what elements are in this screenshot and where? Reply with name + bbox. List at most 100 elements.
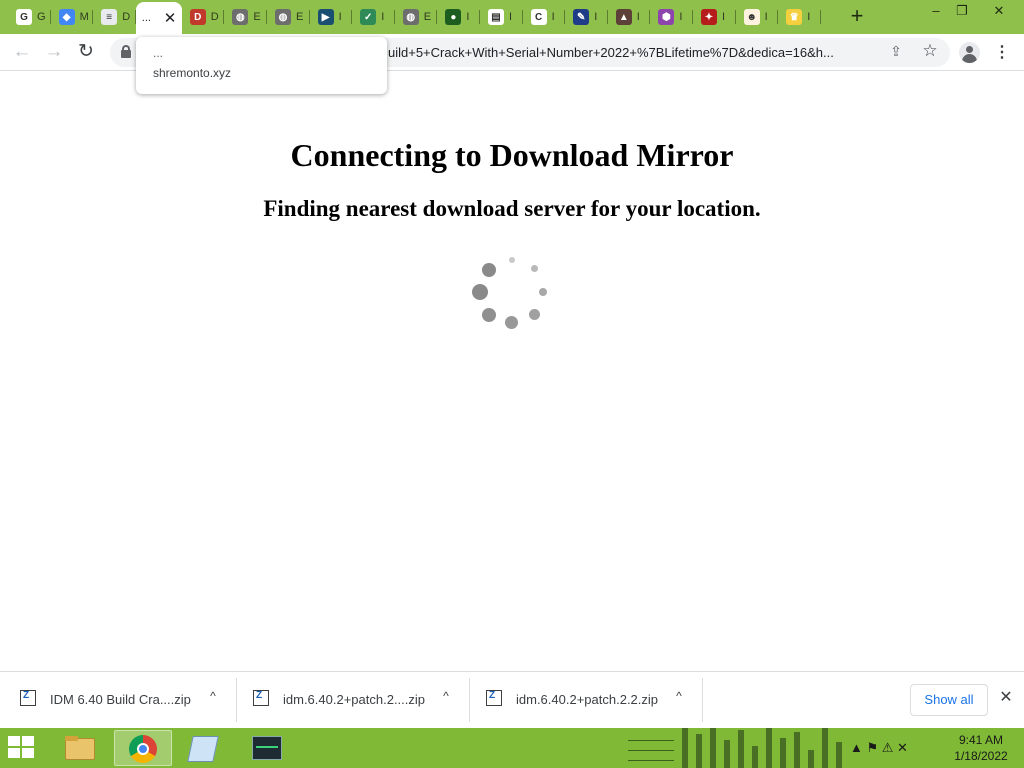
tab-title: I (466, 11, 470, 23)
zip-file-icon (253, 690, 269, 706)
new-tab-button[interactable]: + (846, 5, 868, 28)
tab[interactable]: ⬢ I (650, 4, 693, 30)
tab-title: I (679, 11, 683, 23)
tab-active[interactable]: ... ✕ (135, 2, 182, 34)
tab-hover-tooltip: ... shremonto.xyz (136, 37, 387, 94)
file-explorer-icon[interactable] (55, 730, 105, 766)
system-tray-icons[interactable]: ▲ ⚑ ⚠ ✕ (850, 740, 908, 756)
tab[interactable]: GG (8, 4, 51, 30)
chevron-up-icon[interactable]: ^ (204, 689, 222, 707)
check-icon: ✓ (360, 9, 377, 25)
loading-spinner-icon (466, 252, 556, 336)
tab[interactable]: ▲ I (608, 4, 651, 30)
tab[interactable]: ◍ E (224, 4, 267, 30)
restore-button[interactable]: ❐ (947, 2, 977, 20)
lock-icon[interactable] (121, 45, 131, 58)
start-button-icon[interactable] (8, 736, 36, 760)
tab[interactable]: ≡ D (93, 4, 136, 30)
doc-icon: ≡ (101, 9, 118, 25)
reload-button[interactable]: ↻ (74, 41, 98, 65)
system-clock[interactable]: 9:41 AM 1/18/2022 (946, 732, 1016, 764)
tab[interactable]: ◍ E (395, 4, 438, 30)
tab[interactable]: ✓ I (352, 4, 395, 30)
tab-title: D (210, 11, 219, 23)
tab[interactable]: ▶ I (310, 4, 353, 30)
bookmark-star-icon[interactable]: ☆ (920, 41, 940, 61)
divider (469, 678, 470, 722)
tooltip-domain: shremonto.xyz (153, 66, 232, 80)
tab-title: E (253, 11, 261, 23)
maps-icon: ◆ (58, 9, 75, 25)
tab-title: I (381, 11, 385, 23)
tab[interactable]: ◍ E (267, 4, 310, 30)
close-shelf-icon[interactable]: ✕ (997, 689, 1015, 707)
tab-title: E (423, 11, 432, 23)
tab-title: M (79, 11, 88, 23)
tab-title: I (594, 11, 598, 23)
divider (236, 678, 237, 722)
package-icon: ⬢ (658, 9, 675, 25)
forward-button[interactable]: → (42, 41, 66, 65)
zip-file-icon (486, 690, 502, 706)
c-icon: C (530, 9, 547, 25)
arrow-icon: ▶ (317, 9, 334, 25)
zip-file-icon (20, 690, 36, 706)
badge-icon: ✦ (701, 9, 717, 25)
tab[interactable]: ♛ I (778, 4, 821, 30)
tab[interactable]: ◆ M (51, 4, 94, 30)
share-icon[interactable]: ⇪ (887, 43, 905, 61)
page-subheading: Finding nearest download server for your… (263, 196, 761, 221)
activity-graph (622, 728, 846, 768)
tab-title: I (509, 11, 513, 23)
clock-date: 1/18/2022 (954, 749, 1008, 763)
download-item[interactable]: idm.6.40.2+patch.2.2.zip ^ (486, 678, 703, 722)
chevron-up-icon[interactable]: ^ (437, 689, 455, 707)
tab[interactable]: DD (182, 4, 225, 30)
windows-taskbar: ▲ ⚑ ⚠ ✕ 9:41 AM 1/18/2022 (0, 728, 1024, 768)
chrome-taskbar-icon[interactable] (114, 730, 172, 766)
tab-title: D (122, 11, 131, 23)
planet-icon: ● (445, 9, 462, 25)
back-button[interactable]: ← (10, 41, 34, 65)
castle-icon: ▲ (615, 9, 632, 25)
globe-icon: ◍ (232, 9, 249, 25)
profile-avatar-icon[interactable] (959, 42, 980, 63)
close-tab-icon[interactable]: ✕ (164, 9, 177, 27)
tab-title: I (764, 11, 768, 23)
tab[interactable]: ▤ I (480, 4, 523, 30)
tab-title: I (338, 11, 342, 23)
globe-icon: ◍ (402, 9, 419, 25)
site-icon: D (189, 9, 206, 25)
tab-title: I (807, 11, 811, 23)
tab-title: E (296, 11, 304, 23)
notepad-taskbar-icon[interactable] (176, 730, 232, 766)
divider (702, 678, 703, 722)
person-icon: ☻ (743, 9, 760, 25)
pen-icon: ✎ (573, 9, 590, 25)
tab[interactable]: CI (523, 4, 566, 30)
url-text[interactable]: uild+5+Crack+With+Serial+Number+2022+%7B… (388, 45, 878, 60)
download-item[interactable]: idm.6.40.2+patch.2....zip ^ (253, 678, 470, 722)
download-filename[interactable]: idm.6.40.2+patch.2....zip (283, 692, 425, 707)
tab[interactable]: ✦ I (693, 4, 736, 30)
chevron-up-icon[interactable]: ^ (670, 689, 688, 707)
download-item[interactable]: IDM 6.40 Build Cra....zip ^ (20, 678, 237, 722)
tab-title: ... (141, 12, 151, 24)
task-manager-taskbar-icon[interactable] (238, 730, 296, 766)
download-shelf: IDM 6.40 Build Cra....zip ^ idm.6.40.2+p… (0, 671, 1024, 728)
tab[interactable]: ✎ I (565, 4, 608, 30)
tab-title: I (636, 11, 640, 23)
download-filename[interactable]: IDM 6.40 Build Cra....zip (50, 692, 191, 707)
crown-icon: ♛ (786, 9, 803, 25)
tab[interactable]: ☻ I (736, 4, 779, 30)
tab[interactable]: ● I (437, 4, 480, 30)
globe-icon: ◍ (275, 9, 291, 25)
tab-divider (819, 10, 821, 24)
download-filename[interactable]: idm.6.40.2+patch.2.2.zip (516, 692, 658, 707)
tooltip-title: ... (153, 46, 164, 60)
browser-menu-button[interactable]: ⋮ (994, 43, 1010, 63)
close-window-button[interactable]: ✕ (984, 2, 1014, 20)
page-heading: Connecting to Download Mirror (290, 137, 734, 173)
tab-title: G (37, 11, 45, 23)
show-all-button[interactable]: Show all (910, 684, 988, 716)
